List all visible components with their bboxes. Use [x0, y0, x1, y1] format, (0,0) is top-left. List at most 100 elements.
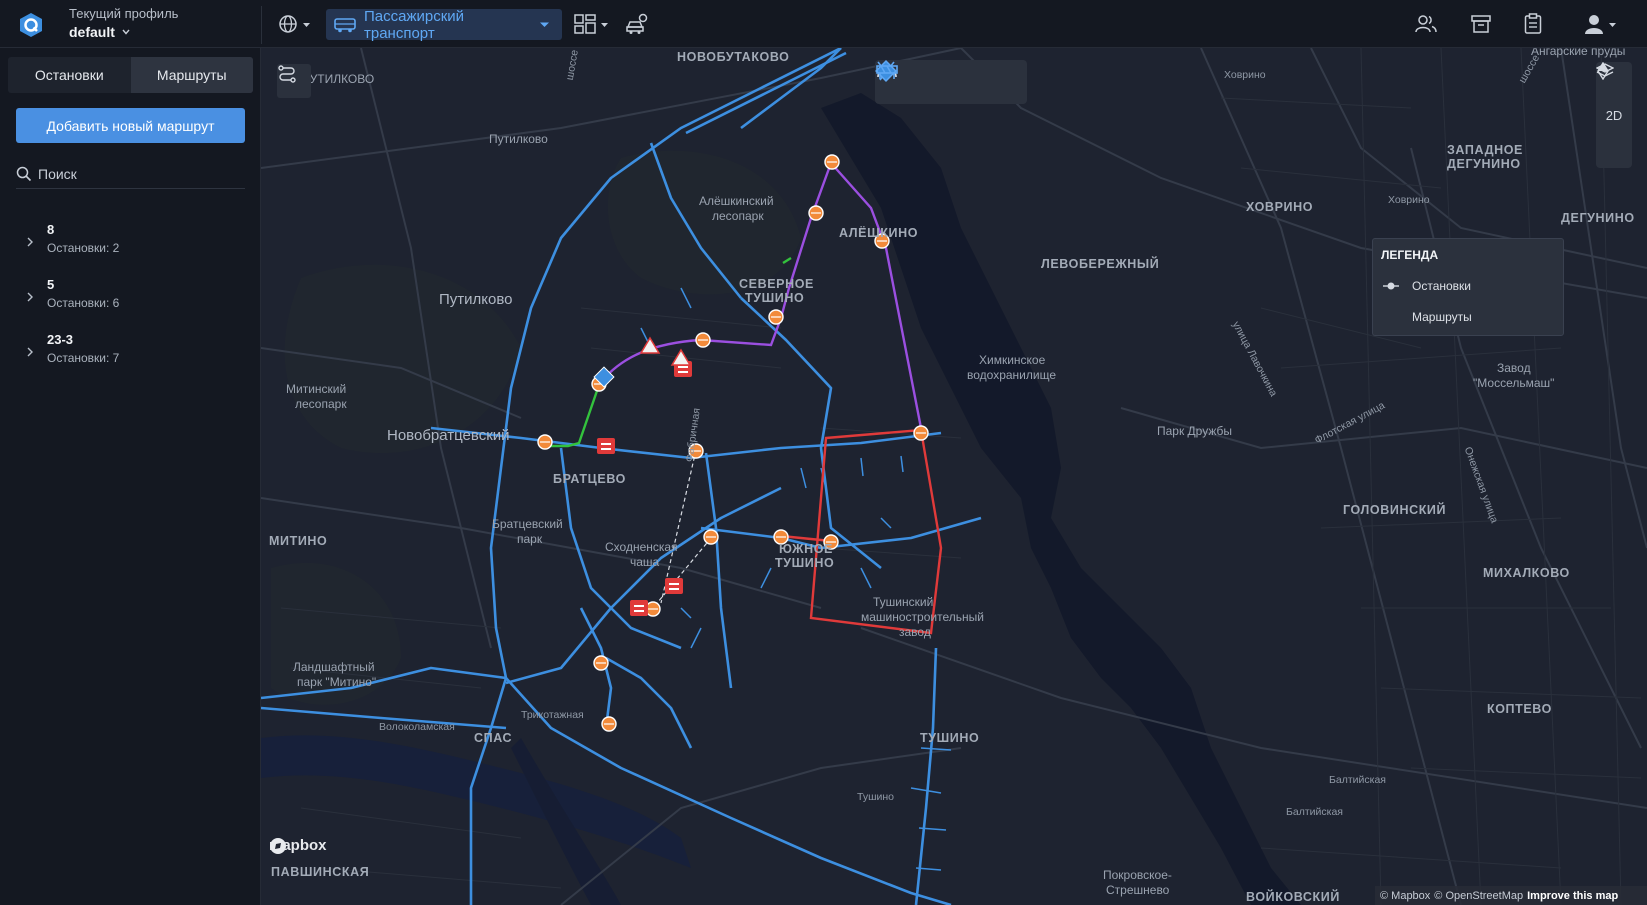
sidebar: Остановки Маршруты Добавить новый маршру…: [0, 48, 261, 905]
chevron-right-icon[interactable]: [24, 291, 36, 303]
profile-selector[interactable]: default: [69, 24, 131, 40]
dashboard-menu-button[interactable]: [572, 9, 610, 39]
stop-icon: [808, 205, 824, 221]
chevron-right-icon[interactable]: [24, 236, 36, 248]
map-label: Трикотажная: [521, 709, 584, 721]
archive-button[interactable]: [1468, 11, 1494, 37]
map-label: парк "Митино": [297, 675, 377, 689]
avatar-icon: [1585, 15, 1603, 34]
stop-icon: [645, 601, 661, 617]
map-label: ЛЕВОБЕРЕЖНЫЙ: [1041, 257, 1160, 271]
layer-toolbar: [875, 60, 1027, 104]
list-item[interactable]: 8 Остановки: 2: [0, 218, 261, 273]
map-label: ЗАПАДНОЕ: [1447, 143, 1523, 157]
users-icon: [1415, 15, 1437, 33]
map-label: ВОЙКОВСКИЙ: [1246, 890, 1340, 904]
map-label: ТУШИНО: [745, 291, 805, 305]
park-area: [607, 150, 801, 295]
bus-icon: [334, 17, 356, 32]
warning-icon: [670, 348, 692, 366]
sidebar-tabs: Остановки Маршруты: [8, 57, 253, 93]
map-label: ХОВРИНО: [1246, 200, 1314, 214]
map-label: Путилково: [489, 132, 548, 146]
stop-icon: [695, 332, 711, 348]
map-label: КОПТЕВО: [1487, 702, 1552, 716]
list-item[interactable]: 23-3 Остановки: 7: [0, 328, 261, 383]
map-label: Стрешнево: [1106, 883, 1170, 897]
stop-icon: [703, 529, 719, 545]
map-label: ТУШИНО: [920, 731, 980, 745]
caret-down-icon: [1609, 22, 1616, 27]
map-label: Новобратцевский: [387, 427, 510, 444]
chevron-right-icon[interactable]: [24, 346, 36, 358]
compass-icon[interactable]: [1596, 62, 1610, 80]
map-label: Ховрино: [1224, 69, 1266, 81]
search-box: [16, 159, 245, 189]
add-route-button[interactable]: Добавить новый маршрут: [16, 108, 245, 143]
route-number: 23-3: [47, 332, 74, 347]
map-canvas[interactable]: НОВОБУТАКОВО ПУТИЛКОВО Путилково Путилко…: [261, 48, 1647, 905]
search-input[interactable]: [38, 165, 238, 182]
map-label: Балтийская: [1286, 806, 1343, 818]
map-label: чаша: [630, 555, 660, 569]
map-label: ГОЛОВИНСКИЙ: [1343, 503, 1447, 517]
map-label: ДЕГУНИНО: [1561, 211, 1635, 225]
caret-down-icon: [540, 22, 549, 27]
stop-icon: [537, 434, 553, 450]
map-label: ЮЖНОЕ: [779, 542, 833, 556]
route-stops-count: Остановки: 2: [47, 241, 120, 255]
map-label: водохранилище: [967, 368, 1056, 382]
stop-icon: [593, 655, 609, 671]
map-label: СПАС: [474, 731, 513, 745]
map-label: АЛЁШКИНО: [839, 226, 919, 240]
transport-type-select[interactable]: Пассажирский транспорт: [326, 7, 562, 42]
view-mode-toggle[interactable]: 2D: [1606, 108, 1623, 123]
clipboard-icon: [1524, 13, 1542, 34]
map-view-controls: 2D: [1596, 62, 1632, 168]
roadwork-icon: [665, 578, 683, 594]
map-label: завод: [899, 625, 931, 639]
users-button[interactable]: [1413, 11, 1439, 37]
app-logo-icon[interactable]: [18, 12, 44, 38]
transport-type-label: Пассажирский транспорт: [364, 7, 465, 42]
map-label: машиностроительный: [861, 610, 984, 624]
route-list: 8 Остановки: 2 5 Остановки: 6 23-3 Остан…: [0, 218, 261, 383]
map-label: Завод: [1497, 361, 1531, 375]
route-tool-button[interactable]: [277, 64, 311, 98]
caret-down-icon: [302, 22, 310, 27]
caret-down-icon: [600, 22, 608, 27]
search-icon: [16, 166, 32, 181]
stop-icon: [824, 154, 840, 170]
vehicle-settings-button[interactable]: [622, 9, 652, 39]
mapbox-logo-icon: [270, 838, 286, 854]
attribution-mapbox[interactable]: © Mapbox: [1380, 890, 1430, 902]
map-label: Парк Дружбы: [1157, 424, 1233, 438]
user-menu-button[interactable]: [1580, 11, 1620, 37]
list-item[interactable]: 5 Остановки: 6: [0, 273, 261, 328]
dashboard-icon: [573, 14, 596, 34]
map-label: Алёшкинский: [699, 194, 774, 208]
legend-stops: Остановки: [1412, 279, 1471, 293]
stop-icon: [913, 425, 929, 441]
route-path-icon: [278, 65, 296, 83]
improve-map-link[interactable]: Improve this map: [1527, 890, 1618, 902]
map-label: СЕВЕРНОЕ: [739, 277, 814, 291]
route-green: [546, 384, 601, 448]
map-label: НОВОБУТАКОВО: [677, 50, 790, 64]
tab-stops[interactable]: Остановки: [8, 57, 131, 93]
roadwork-barrier-icon[interactable]: [875, 60, 899, 82]
tab-routes[interactable]: Маршруты: [130, 57, 253, 93]
mapbox-logo[interactable]: mapbox: [269, 837, 327, 854]
globe-menu-button[interactable]: [275, 9, 313, 39]
map-label: Покровское-: [1103, 868, 1172, 882]
reservoir-water: [821, 93, 1301, 905]
clipboard-button[interactable]: [1520, 11, 1546, 37]
map-label: ПАВШИНСКАЯ: [271, 865, 370, 879]
stop-icon: [601, 716, 617, 732]
map-label: Тушино: [857, 791, 895, 803]
map-label: МИХАЛКОВО: [1483, 566, 1570, 580]
map-label: Химкинское: [979, 353, 1046, 367]
attribution-osm[interactable]: © OpenStreetMap: [1434, 890, 1523, 902]
map-legend: ЛЕГЕНДА Остановки Маршруты: [1372, 238, 1564, 336]
map-label: Ландшафтный: [293, 660, 375, 674]
